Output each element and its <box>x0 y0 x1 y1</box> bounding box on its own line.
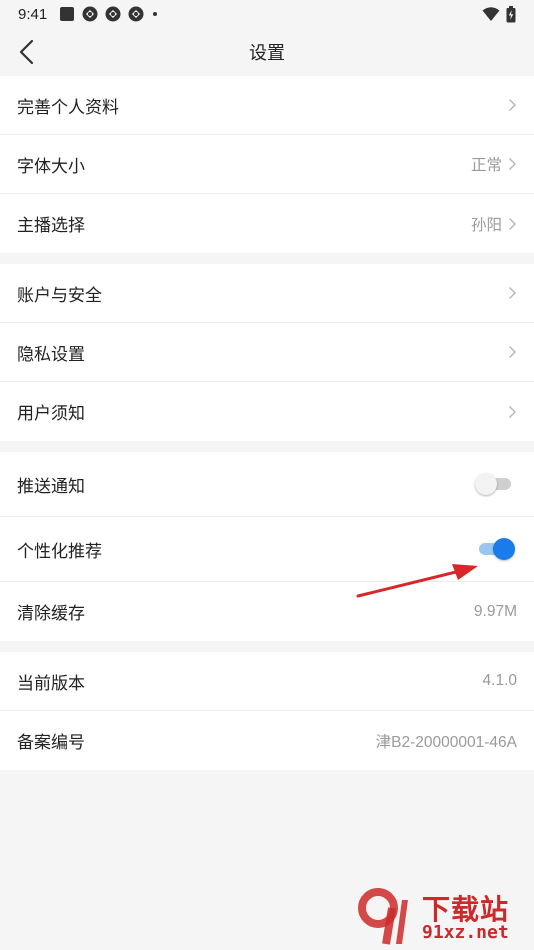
back-chevron-icon[interactable] <box>14 36 42 68</box>
chevron-right-icon <box>509 346 516 358</box>
chevron-right-icon <box>509 405 516 418</box>
row-anchor-select[interactable]: 主播选择 孙阳 <box>0 194 534 253</box>
settings-group-account: 账户与安全 隐私设置 用户须知 <box>0 264 534 441</box>
status-right-icons <box>482 5 516 23</box>
watermark-domain: 91xz.net <box>422 922 509 943</box>
filing-number-value: 津B2-20000001-46A <box>375 733 517 751</box>
annotation-arrow-icon <box>356 564 478 598</box>
page-title: 设置 <box>249 43 285 64</box>
stop-square-icon <box>60 7 75 21</box>
push-notification-toggle[interactable] <box>475 472 515 496</box>
app-notification-icon <box>105 6 121 22</box>
row-label: 推送通知 <box>17 476 85 497</box>
settings-group-notifications: 推送通知 个性化推荐 清除缓存 9.97M <box>0 452 534 641</box>
more-dot-icon <box>153 12 158 16</box>
row-label: 用户须知 <box>17 404 85 424</box>
status-bar: 9:41 <box>0 0 534 28</box>
status-notification-icons <box>59 6 159 22</box>
row-current-version: 当前版本 4.1.0 <box>0 652 534 711</box>
row-value: 正常 <box>470 157 502 174</box>
top-navigation-bar: 设置 <box>0 28 534 76</box>
row-value: 孙阳 <box>470 216 502 234</box>
row-complete-profile[interactable]: 完善个人资料 <box>0 76 534 135</box>
site-watermark: 下载站 91xz.net <box>356 886 528 946</box>
chevron-right-icon <box>509 158 516 170</box>
row-label: 个性化推荐 <box>17 541 102 562</box>
row-label: 完善个人资料 <box>17 97 119 118</box>
wifi-icon <box>482 7 500 21</box>
chevron-right-icon <box>509 99 516 111</box>
row-label: 隐私设置 <box>17 344 85 365</box>
row-label: 当前版本 <box>17 673 85 694</box>
row-label: 主播选择 <box>17 216 85 236</box>
settings-group-profile: 完善个人资料 字体大小 正常 主播选择 孙阳 <box>0 76 534 253</box>
row-font-size[interactable]: 字体大小 正常 <box>0 135 534 194</box>
row-account-security[interactable]: 账户与安全 <box>0 264 534 323</box>
row-user-notice[interactable]: 用户须知 <box>0 382 534 441</box>
chevron-right-icon <box>509 287 516 299</box>
settings-group-about: 当前版本 4.1.0 备案编号 津B2-20000001-46A <box>0 652 534 770</box>
watermark-logo-icon <box>358 888 408 945</box>
row-label: 备案编号 <box>17 733 85 753</box>
status-time: 9:41 <box>18 5 48 23</box>
toggle-knob <box>475 473 497 495</box>
cache-size-value: 9.97M <box>473 602 517 620</box>
row-label: 账户与安全 <box>17 285 102 306</box>
personalized-recommendation-toggle[interactable] <box>475 537 515 561</box>
app-notification-icon <box>128 6 144 22</box>
row-label: 清除缓存 <box>17 604 85 624</box>
app-notification-icon <box>82 6 98 22</box>
row-filing-number: 备案编号 津B2-20000001-46A <box>0 711 534 770</box>
row-push-notification: 推送通知 <box>0 452 534 517</box>
version-value: 4.1.0 <box>482 672 517 689</box>
row-privacy-settings[interactable]: 隐私设置 <box>0 323 534 382</box>
toggle-knob <box>493 538 515 560</box>
battery-charging-icon <box>506 5 516 22</box>
chevron-right-icon <box>509 217 516 230</box>
row-label: 字体大小 <box>17 156 85 177</box>
